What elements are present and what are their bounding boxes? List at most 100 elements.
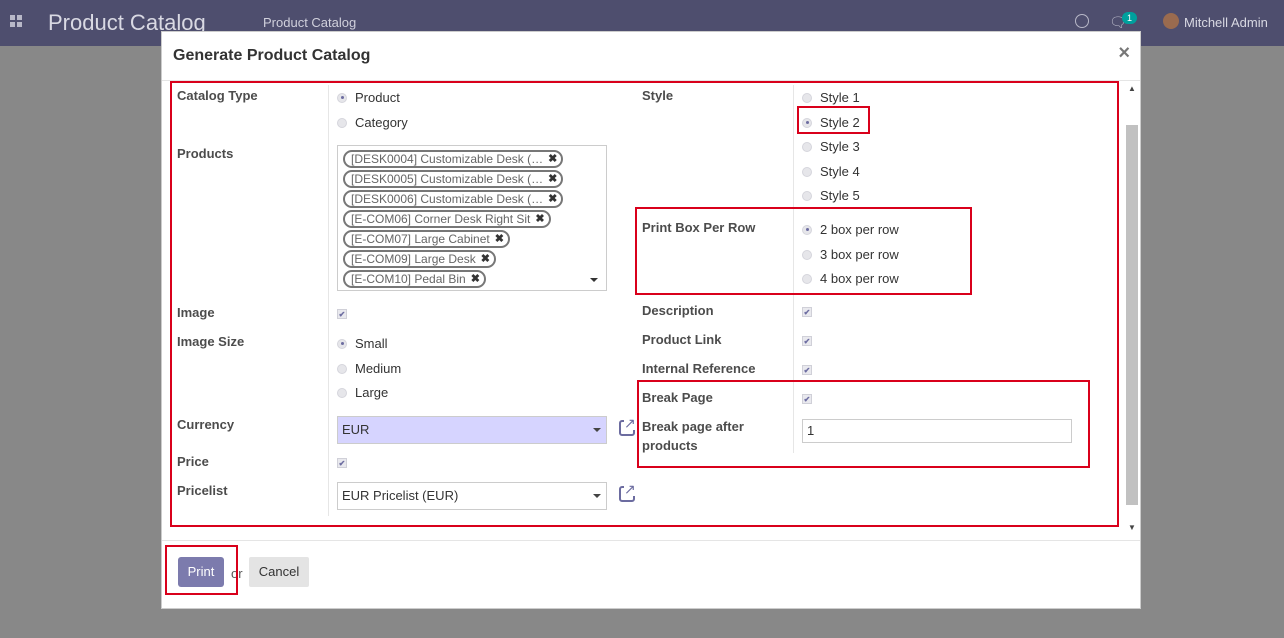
close-icon[interactable]: ×	[1118, 42, 1130, 65]
break-after-label-cont: products	[642, 438, 698, 453]
radio-size-large[interactable]: Large	[337, 385, 388, 400]
product-tag: [E-COM06] Corner Desk Right Sit ✖	[343, 210, 551, 228]
caret-down-icon[interactable]	[590, 278, 598, 282]
external-link-icon[interactable]	[619, 482, 636, 502]
remove-tag-icon[interactable]: ✖	[481, 252, 490, 266]
pricelist-label: Pricelist	[177, 483, 228, 498]
radio-label: Category	[355, 115, 408, 130]
scroll-down-arrow[interactable]: ▼	[1127, 523, 1137, 533]
radio-style-5[interactable]: Style 5	[802, 188, 860, 203]
radio-label: Large	[355, 385, 389, 400]
radio-dot	[337, 363, 347, 374]
scrollbar-thumb[interactable]	[1126, 125, 1138, 505]
radio-catalog-product[interactable]: Product	[337, 90, 400, 105]
break-page-label: Break Page	[642, 390, 713, 405]
radio-style-4[interactable]: Style 4	[802, 164, 860, 179]
break-after-input[interactable]: 1	[802, 419, 1072, 443]
radio-catalog-category[interactable]: Category	[337, 115, 408, 130]
radio-dot	[802, 117, 812, 128]
radio-label: Medium	[355, 361, 402, 376]
modal-header: Generate Product Catalog ×	[162, 32, 1140, 81]
radio-style-1[interactable]: Style 1	[802, 90, 860, 105]
external-link-icon[interactable]	[619, 416, 636, 436]
image-checkbox[interactable]: ✔	[337, 309, 347, 319]
user-menu[interactable]: Mitchell Admin	[1184, 15, 1268, 30]
internal-reference-label: Internal Reference	[642, 361, 756, 376]
print-button[interactable]: Print	[178, 557, 224, 587]
radio-label: 4 box per row	[820, 271, 899, 286]
remove-tag-icon[interactable]: ✖	[471, 272, 480, 286]
product-tag: [DESK0004] Customizable Desk (… ✖	[343, 150, 564, 168]
product-tag: [E-COM10] Pedal Bin ✖	[343, 270, 486, 288]
radio-label: Style 3	[820, 139, 860, 154]
radio-label: Product	[355, 90, 400, 105]
radio-dot	[802, 224, 812, 235]
radio-4-box[interactable]: 4 box per row	[802, 271, 899, 286]
product-tag: [DESK0005] Customizable Desk (… ✖	[343, 170, 564, 188]
product-link-label: Product Link	[642, 332, 722, 347]
radio-dot	[337, 338, 347, 349]
radio-label: 2 box per row	[820, 222, 899, 237]
cancel-button[interactable]: Cancel	[249, 557, 309, 587]
radio-style-2[interactable]: Style 2	[802, 115, 860, 130]
box-per-row-label: Print Box Per Row	[642, 220, 756, 235]
caret-down-icon	[593, 494, 601, 498]
product-link-checkbox[interactable]: ✔	[802, 336, 812, 346]
price-label: Price	[177, 454, 209, 469]
radio-dot	[802, 92, 812, 103]
style-label: Style	[642, 88, 674, 103]
radio-dot	[802, 166, 812, 177]
radio-dot	[802, 141, 812, 152]
description-label: Description	[642, 303, 714, 318]
radio-dot	[337, 117, 347, 128]
radio-size-medium[interactable]: Medium	[337, 361, 401, 376]
or-text: or	[231, 566, 243, 581]
radio-size-small[interactable]: Small	[337, 336, 388, 351]
currency-label: Currency	[177, 417, 235, 432]
generate-catalog-dialog: Generate Product Catalog × Catalog Type …	[161, 31, 1141, 609]
radio-dot	[337, 387, 347, 398]
radio-label: Style 4	[820, 164, 860, 179]
pricelist-value: EUR Pricelist (EUR)	[342, 488, 459, 503]
radio-3-box[interactable]: 3 box per row	[802, 247, 899, 262]
currency-select[interactable]: EUR	[337, 416, 607, 444]
image-size-label: Image Size	[177, 334, 245, 349]
radio-label: Style 1	[820, 90, 860, 105]
radio-dot	[337, 92, 347, 103]
break-page-checkbox[interactable]: ✔	[802, 394, 812, 404]
radio-2-box[interactable]: 2 box per row	[802, 222, 899, 237]
product-tag: [E-COM09] Large Desk ✖	[343, 250, 496, 268]
apps-grid-icon[interactable]	[10, 15, 24, 29]
description-checkbox[interactable]: ✔	[802, 307, 812, 317]
radio-label: Small	[355, 336, 388, 351]
radio-style-3[interactable]: Style 3	[802, 139, 860, 154]
modal-footer: Print or Cancel	[162, 540, 1140, 609]
right-divider	[793, 85, 794, 453]
radio-dot	[802, 190, 812, 201]
image-label: Image	[177, 305, 215, 320]
remove-tag-icon[interactable]: ✖	[535, 212, 544, 226]
avatar[interactable]	[1163, 13, 1179, 29]
modal-body: Catalog Type Product Category Products […	[162, 81, 1140, 539]
left-divider	[328, 85, 329, 516]
pricelist-select[interactable]: EUR Pricelist (EUR)	[337, 482, 607, 510]
remove-tag-icon[interactable]: ✖	[548, 152, 557, 166]
modal-title: Generate Product Catalog	[173, 47, 371, 64]
chat-badge: 1	[1122, 12, 1138, 24]
clock-icon[interactable]	[1075, 14, 1089, 28]
scroll-up-arrow[interactable]: ▲	[1127, 84, 1137, 94]
radio-label: Style 5	[820, 188, 860, 203]
price-checkbox[interactable]: ✔	[337, 458, 347, 468]
remove-tag-icon[interactable]: ✖	[495, 232, 504, 246]
breadcrumb[interactable]: Product Catalog	[263, 15, 356, 30]
remove-tag-icon[interactable]: ✖	[548, 172, 557, 186]
break-after-label: Break page after	[642, 419, 744, 434]
remove-tag-icon[interactable]: ✖	[548, 192, 557, 206]
product-tag: [DESK0006] Customizable Desk (… ✖	[343, 190, 564, 208]
products-label: Products	[177, 146, 234, 161]
catalog-type-label: Catalog Type	[177, 88, 258, 103]
radio-label: Style 2	[820, 115, 860, 130]
radio-label: 3 box per row	[820, 247, 899, 262]
products-many2many-tags[interactable]: [DESK0004] Customizable Desk (… ✖ [DESK00…	[337, 145, 607, 291]
internal-reference-checkbox[interactable]: ✔	[802, 365, 812, 375]
